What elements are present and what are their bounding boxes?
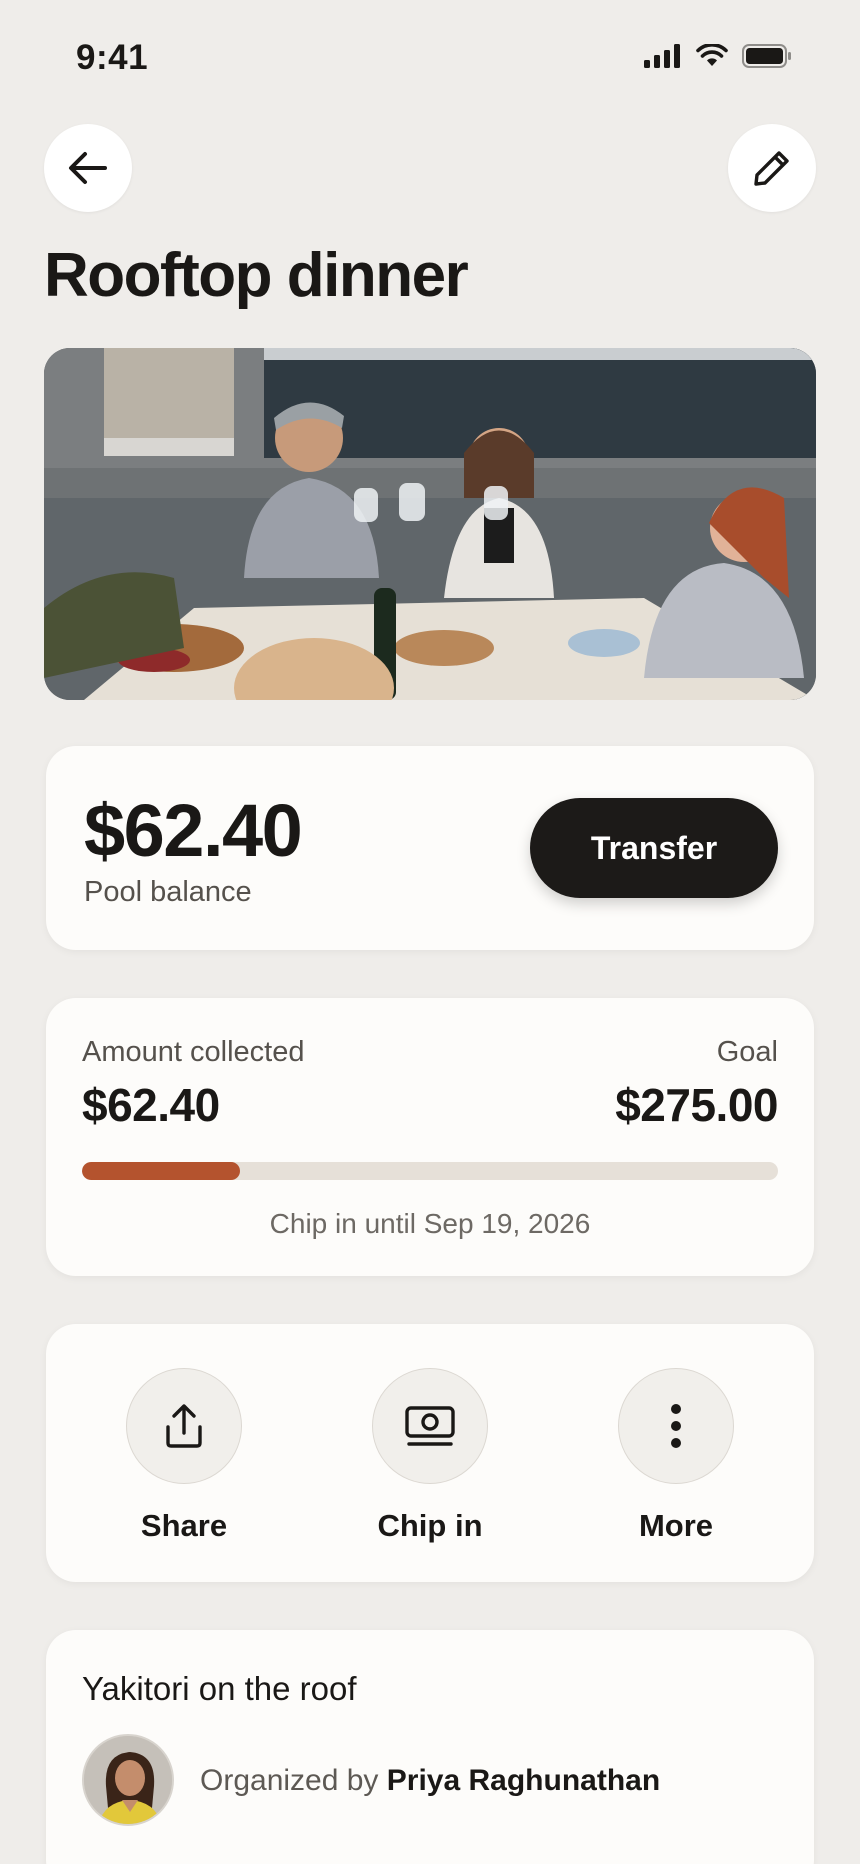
more-button[interactable]: [618, 1368, 734, 1484]
progress-bar: [82, 1162, 778, 1180]
pool-balance-label: Pool balance: [84, 876, 252, 908]
amount-collected-label: Amount collected: [82, 1036, 305, 1068]
more-action[interactable]: More: [576, 1368, 776, 1544]
progress-bar-fill: [82, 1162, 240, 1180]
status-icons: [644, 44, 792, 68]
goal-label: Goal: [716, 1036, 778, 1068]
transfer-button[interactable]: Transfer: [530, 798, 778, 898]
balance-card: $62.40 Pool balance Transfer: [46, 746, 814, 950]
battery-icon: [742, 44, 791, 68]
chip-in-label: Chip in: [377, 1508, 483, 1543]
actions-card: Share Chip in More: [46, 1324, 814, 1582]
goal-value: $275.00: [615, 1079, 778, 1131]
page-title: Rooftop dinner: [44, 241, 469, 310]
share-button[interactable]: [126, 1368, 242, 1484]
amount-collected-value: $62.40: [82, 1079, 220, 1131]
share-label: Share: [140, 1508, 228, 1543]
chip-in-action[interactable]: Chip in: [330, 1368, 530, 1544]
progress-card: Amount collected $62.40 Goal $275.00 Chi…: [46, 998, 814, 1276]
chip-in-deadline: Chip in until Sep 19, 2026: [269, 1208, 591, 1239]
organizer-line: Organized by Priya Raghunathan: [200, 1764, 660, 1798]
organizer-avatar[interactable]: [82, 1734, 174, 1826]
back-button[interactable]: [44, 124, 132, 212]
wifi-icon: [696, 44, 728, 66]
more-vertical-icon: [671, 1404, 681, 1448]
pencil-icon: [754, 151, 789, 186]
edit-button[interactable]: [728, 124, 816, 212]
chip-in-button[interactable]: [372, 1368, 488, 1484]
organizer-name[interactable]: Priya Raghunathan: [387, 1764, 660, 1797]
arrow-left-icon: [69, 152, 107, 184]
event-card[interactable]: Yakitori on the roof Organized by Priya …: [46, 1630, 814, 1864]
signal-icon: [644, 44, 680, 68]
event-photo: [44, 348, 816, 700]
organized-by-label: Organized by: [200, 1764, 379, 1797]
share-icon: [166, 1404, 202, 1448]
share-action[interactable]: Share: [84, 1368, 284, 1544]
screen: 9:41 Rooftop dinner $62.40 Pool balance …: [0, 0, 860, 1864]
status-time: 9:41: [76, 38, 149, 77]
pool-balance-amount: $62.40: [84, 789, 303, 872]
event-name: Yakitori on the roof: [82, 1670, 357, 1707]
cash-icon: [405, 1406, 455, 1446]
more-label: More: [638, 1508, 714, 1543]
